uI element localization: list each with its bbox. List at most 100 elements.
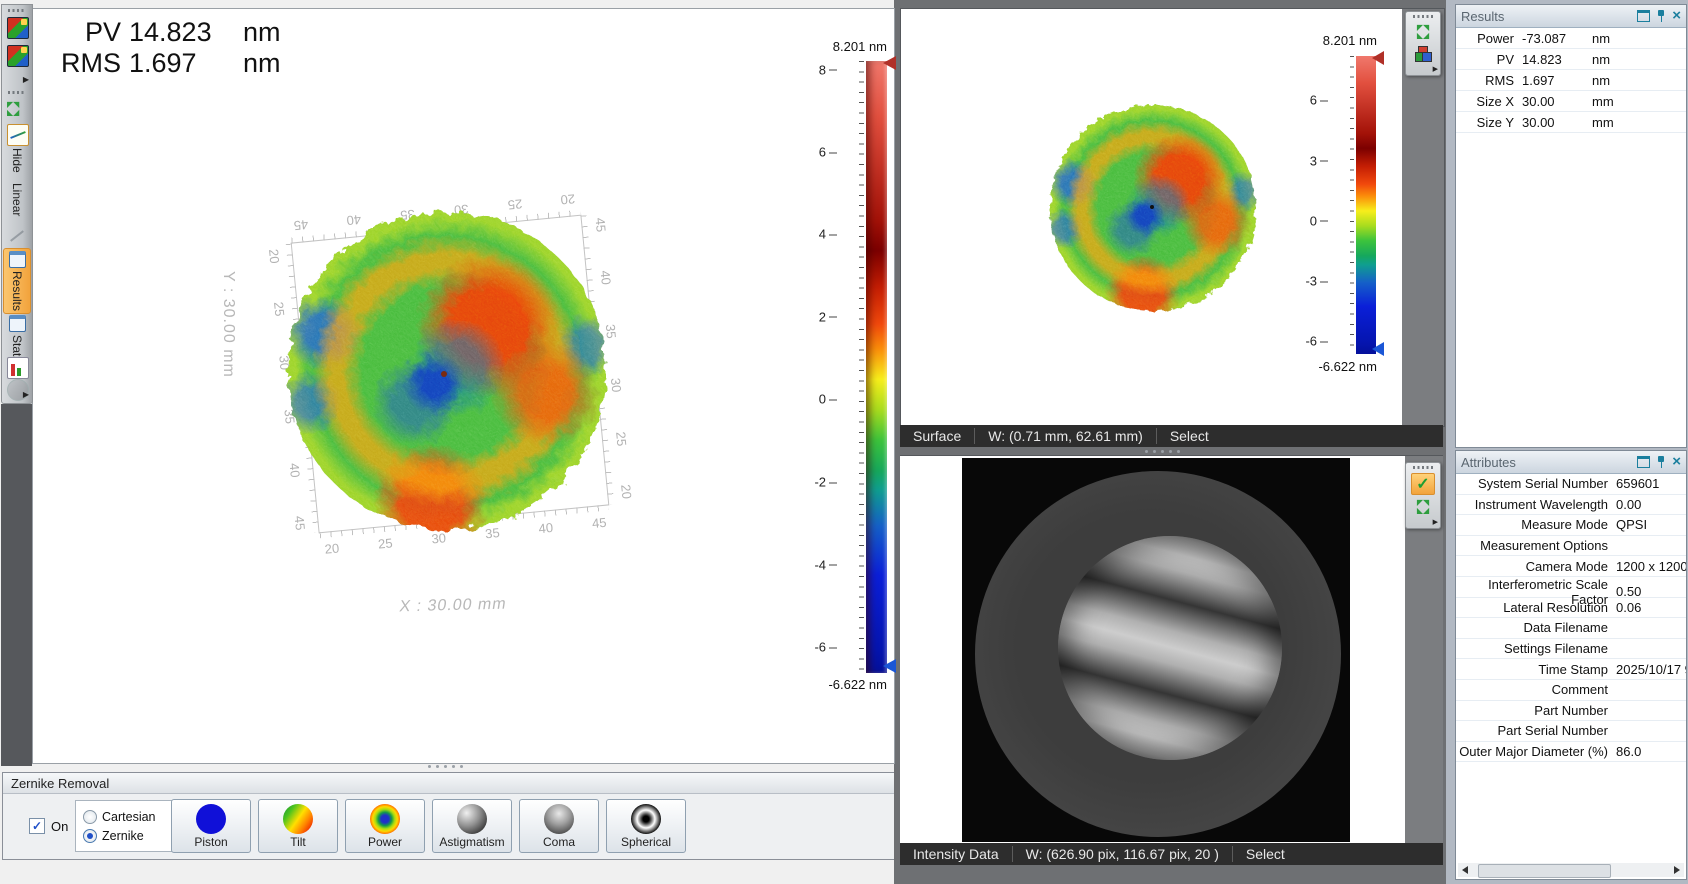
colorbar-tick: -4: [814, 557, 826, 572]
pv-unit: nm: [243, 17, 281, 48]
toolbar-grip[interactable]: [8, 91, 26, 94]
autoscale-arrows-icon[interactable]: ◤◥◣◢: [7, 101, 25, 119]
colorbar-tick: 6: [819, 145, 826, 160]
surface-3d-map[interactable]: [288, 212, 606, 530]
colorbar-tick: -2: [814, 475, 826, 490]
surface-plot-icon[interactable]: [7, 17, 29, 39]
rms-unit: nm: [243, 48, 281, 79]
x-tick-label-far: 20: [560, 191, 576, 207]
attributes-dock-titlebar: Attributes ×: [1456, 451, 1686, 474]
y-axis-title: Y : 30.00 mm: [219, 271, 237, 378]
minimize-icon[interactable]: [1637, 10, 1650, 22]
colorbar-min-label: -6.622 nm: [1273, 359, 1377, 374]
zernike-panel-title: Zernike Removal: [3, 773, 894, 794]
radio-cartesian[interactable]: Cartesian: [83, 810, 173, 824]
attribute-row: Lateral Resolution0.06: [1456, 598, 1686, 619]
checkbox-check-icon: ✓: [29, 818, 45, 834]
autoscale-arrows-icon[interactable]: ◤◥◣◢: [1412, 497, 1434, 517]
pv-rms-readout: PV 14.823 nm RMS 1.697 nm: [57, 17, 281, 79]
tab-linear[interactable]: Linear: [4, 181, 30, 225]
scrollbar-thumb[interactable]: [1478, 864, 1611, 878]
view-3d-cube-icon[interactable]: [1412, 44, 1434, 64]
piston-icon: [196, 804, 226, 834]
surface-map-icon[interactable]: [7, 45, 29, 67]
autoscale-arrows-icon[interactable]: ◤◥◣◢: [1412, 22, 1434, 42]
astigmatism-button[interactable]: Astigmatism: [432, 799, 512, 853]
zernike-on-checkbox[interactable]: ✓ On: [29, 818, 68, 834]
pin-icon[interactable]: [1657, 10, 1665, 22]
spherical-button[interactable]: Spherical: [606, 799, 686, 853]
y-tick-label-far: 25: [613, 431, 629, 447]
center-splitter[interactable]: [1145, 450, 1180, 453]
toolbar-expand-icon[interactable]: ▶: [1433, 518, 1438, 526]
measurement-check-icon[interactable]: ✓: [1411, 473, 1435, 495]
surface-2d-mini-toolbar: ◤◥◣◢ ▶: [1405, 11, 1441, 76]
profile-chart-icon[interactable]: [7, 124, 29, 146]
close-icon[interactable]: ×: [1672, 456, 1681, 468]
scroll-right-arrow-icon[interactable]: [1670, 863, 1684, 877]
tilt-button[interactable]: Tilt: [258, 799, 338, 853]
results-dock-titlebar: Results ×: [1456, 5, 1686, 28]
colorbar-3d[interactable]: [866, 61, 887, 673]
power-button[interactable]: Power: [345, 799, 425, 853]
toolbar-grip[interactable]: [8, 9, 26, 12]
statusbar-view-name: Intensity Data: [900, 846, 1012, 862]
power-icon: [370, 804, 400, 834]
colorbar-tick: 3: [1310, 153, 1317, 168]
colorbar-tick: 2: [819, 309, 826, 324]
toolbar-grip[interactable]: [1413, 466, 1433, 469]
statusbar-cursor-readout: W: (626.90 pix, 116.67 pix, 20 ): [1013, 846, 1232, 862]
intensity-mini-toolbar: ✓ ◤◥◣◢ ▶: [1405, 462, 1441, 529]
surface-3d-panel: PV 14.823 nm RMS 1.697 nm 20 25 30 35 40…: [32, 8, 895, 764]
zernike-on-label: On: [51, 819, 68, 834]
attribute-row: Outer Major Diameter (%)86.0: [1456, 742, 1686, 763]
statusbar-select-mode[interactable]: Select: [1157, 428, 1222, 444]
piston-button[interactable]: Piston: [171, 799, 251, 853]
tab-hide[interactable]: Hide: [4, 146, 30, 180]
toolbar-expand-icon[interactable]: ▶: [23, 75, 29, 84]
result-row: Size Y 30.00 mm: [1456, 112, 1686, 133]
colorbar-min-marker[interactable]: [883, 659, 896, 673]
colorbar-2d[interactable]: [1356, 56, 1376, 354]
attribute-row: Interferometric Scale Factor0.50: [1456, 577, 1686, 598]
pv-value: 14.823: [129, 17, 235, 48]
colorbar-max-marker[interactable]: [1372, 51, 1384, 65]
zernike-mode-group: Cartesian Zernike: [75, 800, 174, 852]
minimize-icon[interactable]: [1637, 456, 1650, 468]
pin-icon[interactable]: [1657, 456, 1665, 468]
result-row: Power -73.087 nm: [1456, 28, 1686, 49]
tab-results[interactable]: Results: [3, 248, 31, 314]
y-tick-label: 25: [271, 302, 287, 318]
result-row: Size X 30.00 mm: [1456, 91, 1686, 112]
radio-zernike[interactable]: Zernike: [83, 829, 173, 843]
horizontal-scrollbar[interactable]: [1458, 863, 1684, 877]
toolbar-grip[interactable]: [1413, 15, 1433, 18]
surface-statusbar: Surface W: (0.71 mm, 62.61 mm) Select: [900, 425, 1443, 447]
attribute-row: Measurement Options: [1456, 536, 1686, 557]
toolbar-expand-icon[interactable]: ▶: [23, 390, 29, 399]
attributes-dock-title: Attributes: [1461, 455, 1516, 470]
toolbar-expand-icon[interactable]: ▶: [1433, 65, 1438, 73]
surface-2d-panel: 8.201 nm 6 3 0 -3 -6 -6.622 nm ◤◥◣◢ ▶: [900, 8, 1445, 427]
left-gutter: [1, 404, 32, 766]
colorbar-min-marker[interactable]: [1372, 342, 1384, 356]
colorbar-tick: 8: [819, 62, 826, 77]
attribute-row: Instrument Wavelength0.00: [1456, 495, 1686, 516]
histogram-icon[interactable]: [7, 357, 29, 379]
x-axis-title: X : 30.00 mm: [332, 594, 575, 618]
linear-profile-icon[interactable]: [7, 227, 25, 245]
colorbar-max-marker[interactable]: [883, 56, 896, 70]
surface-3d-cursor-dot: [441, 371, 447, 377]
statusbar-select-mode[interactable]: Select: [1233, 846, 1298, 862]
close-icon[interactable]: ×: [1672, 10, 1681, 22]
zernike-removal-panel: Zernike Removal ✓ On Cartesian Zernike P…: [2, 772, 895, 860]
coma-button[interactable]: Coma: [519, 799, 599, 853]
results-dock: Results × Power -73.087 nm PV 14.823 nm …: [1455, 4, 1687, 448]
colorbar-tick: -6: [814, 640, 826, 655]
scroll-left-arrow-icon[interactable]: [1458, 863, 1472, 877]
result-row: RMS 1.697 nm: [1456, 70, 1686, 91]
attribute-row: Part Number: [1456, 701, 1686, 722]
attribute-row: System Serial Number659601: [1456, 474, 1686, 495]
horizontal-splitter[interactable]: [428, 765, 463, 768]
intensity-image[interactable]: [962, 458, 1350, 842]
